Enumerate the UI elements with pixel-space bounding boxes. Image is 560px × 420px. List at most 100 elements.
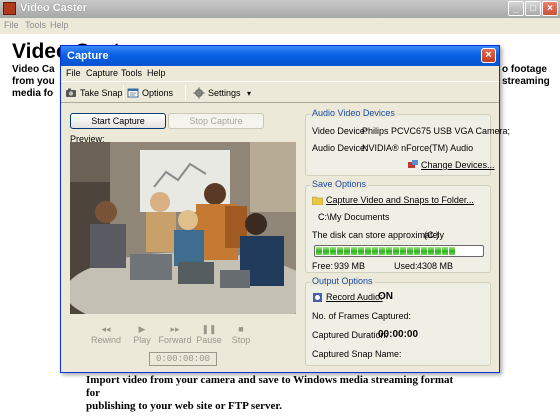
disk-usage-segment (323, 247, 329, 255)
disk-usage-segment (372, 247, 378, 255)
save-path: C:\My Documents (318, 212, 390, 222)
audio-video-devices-group: Audio Video Devices Video Device: Philip… (305, 108, 510, 176)
main-menu-bar: File Tools Help (0, 18, 560, 34)
rewind-label: Rewind (90, 335, 121, 345)
disk-usage-segment (358, 247, 364, 255)
description-line-1: Import video from your camera and save t… (86, 374, 454, 399)
capture-close-button[interactable]: × (481, 48, 496, 63)
settings-dropdown-arrow[interactable]: ▾ (247, 85, 251, 101)
main-menu-help[interactable]: Help (50, 20, 69, 30)
used-label: Used: (394, 261, 418, 271)
capture-menu-bar: File Capture Tools Help (61, 66, 499, 81)
take-snap-label: Take Snap (80, 88, 123, 98)
settings-label: Settings (208, 88, 241, 98)
menu-capture[interactable]: Capture (86, 68, 118, 78)
disk-usage-segment (386, 247, 392, 255)
main-window-title: Video Caster (20, 2, 88, 14)
capture-dialog-title-bar[interactable]: Capture × (61, 46, 499, 66)
app-icon (3, 2, 16, 15)
disk-drive: (C:) (424, 230, 439, 240)
toolbar-separator (123, 85, 124, 100)
pause-label: Pause (196, 335, 222, 345)
stop-label: Stop (231, 335, 251, 345)
toolbar-separator (185, 85, 186, 100)
disk-usage-segment (421, 247, 427, 255)
captured-duration-label: Captured Duration: (312, 330, 389, 340)
record-audio-icon (313, 293, 322, 302)
options-button[interactable]: Options (127, 85, 173, 101)
play-button[interactable]: ▶ Play (124, 323, 160, 345)
capture-toolbar: Take Snap Options Settings ▾ (61, 81, 499, 103)
gear-icon (193, 87, 205, 99)
options-label: Options (142, 88, 174, 98)
disk-usage-segment (400, 247, 406, 255)
audio-device-value: NVIDIA® nForce(TM) Audio (362, 143, 474, 153)
disk-usage-segment (414, 247, 420, 255)
menu-help[interactable]: Help (147, 68, 166, 78)
description-line-2: publishing to your web site or FTP serve… (86, 400, 282, 412)
disk-usage-segment (330, 247, 336, 255)
folder-icon (312, 196, 323, 205)
devices-icon (408, 160, 418, 168)
change-devices-link[interactable]: Change Devices... (421, 160, 495, 170)
stop-capture-button[interactable]: Stop Capture (168, 113, 264, 129)
video-device-label: Video Device: (312, 126, 368, 136)
start-capture-button[interactable]: Start Capture (70, 113, 166, 129)
captured-duration-value: 00:00:00 (378, 329, 419, 340)
disk-usage-segment (337, 247, 343, 255)
stop-button[interactable]: ■ Stop (223, 323, 259, 345)
free-label: Free: (312, 261, 334, 271)
record-audio-link[interactable]: Record Audio: (326, 292, 383, 302)
disk-usage-segment (442, 247, 448, 255)
disk-usage-segment (344, 247, 350, 255)
video-device-value: Philips PCVC675 USB VGA Camera; (362, 126, 511, 136)
video-preview (70, 142, 296, 314)
stop-icon: ■ (238, 324, 244, 334)
forward-icon: ▸▸ (170, 324, 180, 334)
disk-usage-segment (449, 247, 455, 255)
intro-text-line-3: media fo (12, 88, 54, 99)
main-menu-file[interactable]: File (4, 20, 19, 30)
pause-icon: ❚❚ (201, 324, 217, 334)
disk-usage-segment (365, 247, 371, 255)
audio-device-label: Audio Device: (312, 143, 368, 153)
capture-dialog: Capture × File Capture Tools Help Take S… (60, 45, 510, 373)
main-menu-tools[interactable]: Tools (25, 20, 46, 30)
free-value: 939 MB (334, 261, 366, 271)
disk-usage-segment (407, 247, 413, 255)
menu-file[interactable]: File (66, 68, 81, 78)
options-icon (127, 88, 139, 98)
record-audio-value: ON (378, 291, 393, 302)
frames-captured-label: No. of Frames Captured: (312, 311, 412, 321)
minimize-button[interactable]: _ (508, 1, 524, 16)
used-value: 4308 MB (417, 261, 454, 271)
menu-tools[interactable]: Tools (121, 68, 142, 78)
disk-usage-segment (379, 247, 385, 255)
description-text: Import video from your camera and save t… (86, 374, 466, 413)
play-label: Play (133, 335, 151, 345)
output-options-group: Output Options Record Audio: ON No. of F… (305, 276, 491, 366)
rewind-button[interactable]: ◂◂ Rewind (88, 323, 124, 345)
output-options-title: Output Options (310, 276, 375, 286)
main-close-button[interactable]: × (542, 1, 558, 16)
save-options-title: Save Options (310, 179, 369, 189)
pause-button[interactable]: ❚❚ Pause (191, 323, 227, 345)
time-counter: 0:00:00:00 (149, 352, 217, 366)
capture-dialog-title: Capture (67, 50, 109, 62)
save-options-group: Save Options Capture Video and Snaps to … (305, 179, 491, 273)
audio-video-devices-title: Audio Video Devices (310, 108, 397, 118)
maximize-button[interactable]: □ (525, 1, 541, 16)
rewind-icon: ◂◂ (101, 324, 111, 334)
capture-folder-link[interactable]: Capture Video and Snaps to Folder... (326, 195, 474, 205)
take-snap-button[interactable]: Take Snap (65, 85, 123, 101)
disk-usage-segment (428, 247, 434, 255)
disk-usage-segment (316, 247, 322, 255)
disk-usage-segment (351, 247, 357, 255)
captured-snap-label: Captured Snap Name: (312, 349, 402, 359)
forward-button[interactable]: ▸▸ Forward (157, 323, 193, 345)
meeting-photo (70, 142, 296, 314)
settings-button[interactable]: Settings (193, 85, 241, 101)
disk-usage-segment (435, 247, 441, 255)
camera-icon (66, 88, 76, 97)
forward-label: Forward (158, 335, 192, 345)
